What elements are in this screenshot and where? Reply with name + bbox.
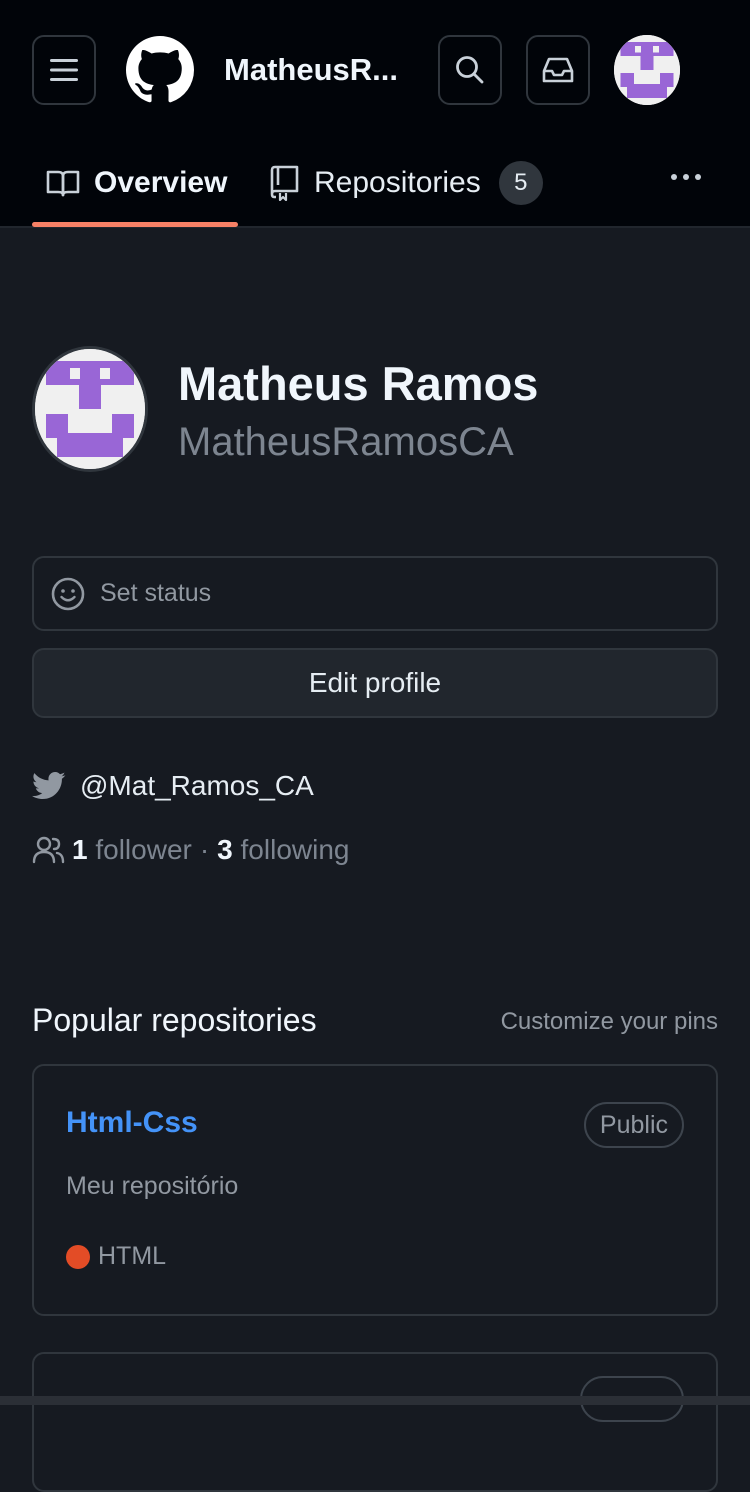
following-label: following — [240, 834, 350, 865]
more-tabs-button[interactable] — [664, 162, 708, 192]
book-icon — [46, 170, 80, 197]
people-icon — [32, 836, 65, 864]
set-status-label: Set status — [100, 579, 212, 607]
customize-pins-link[interactable]: Customize your pins — [501, 1008, 718, 1036]
profile-name: Matheus Ramos — [178, 357, 539, 410]
following-link[interactable]: 3 following — [217, 834, 349, 866]
followers-label: follower — [95, 834, 192, 865]
tab-overview-label: Overview — [94, 166, 228, 199]
menu-button[interactable] — [32, 35, 96, 105]
repo-card — [32, 1352, 718, 1492]
repo-card: Html-Css Public Meu repositório HTML — [32, 1064, 718, 1316]
smiley-icon — [51, 577, 85, 610]
profile-avatar[interactable] — [32, 346, 148, 472]
set-status-button[interactable]: Set status — [32, 556, 718, 631]
github-logo-icon[interactable] — [126, 35, 194, 105]
search-icon — [456, 56, 484, 84]
tab-repositories[interactable]: Repositories 5 — [270, 140, 543, 226]
inbox-icon — [542, 57, 574, 83]
bottom-edge — [0, 1396, 750, 1405]
twitter-icon — [32, 771, 66, 800]
repo-language: HTML — [66, 1242, 166, 1271]
selected-tab-indicator — [32, 222, 238, 227]
repo-icon — [270, 165, 299, 201]
visibility-badge: Public — [583, 1102, 684, 1148]
hamburger-menu-icon — [50, 59, 78, 81]
kebab-dot-icon — [683, 174, 689, 180]
profile-login: MatheusRamosCA — [178, 420, 514, 464]
search-button[interactable] — [438, 35, 502, 105]
profile-tabs: Overview Repositories 5 — [0, 140, 750, 227]
repositories-counter: 5 — [498, 161, 543, 205]
edit-profile-button[interactable]: Edit profile — [32, 648, 718, 718]
followers-link[interactable]: 1 follower — [72, 834, 192, 866]
twitter-handle: @Mat_Ramos_CA — [80, 770, 314, 801]
popular-repositories-heading: Popular repositories — [32, 1002, 317, 1038]
user-avatar[interactable] — [614, 35, 680, 105]
kebab-dot-icon — [671, 174, 677, 180]
twitter-link[interactable]: @Mat_Ramos_CA — [32, 764, 314, 808]
repo-description: Meu repositório — [66, 1172, 239, 1200]
tab-overview[interactable]: Overview — [46, 140, 227, 226]
followers-count: 1 — [72, 834, 88, 865]
repo-language-label: HTML — [98, 1242, 167, 1270]
inbox-button[interactable] — [526, 35, 590, 105]
tab-repositories-label: Repositories — [314, 166, 481, 199]
follow-separator: · — [199, 834, 210, 865]
language-color-dot — [66, 1244, 90, 1269]
app-header: MatheusR... Overview Repositories 5 — [0, 0, 750, 228]
kebab-dot-icon — [695, 174, 701, 180]
repo-name-link[interactable]: Html-Css — [66, 1106, 198, 1140]
edit-profile-label: Edit profile — [308, 667, 442, 698]
following-count: 3 — [217, 834, 233, 865]
header-username[interactable]: MatheusR... — [224, 52, 398, 88]
follow-stats: 1 follower · 3 following — [32, 828, 349, 872]
